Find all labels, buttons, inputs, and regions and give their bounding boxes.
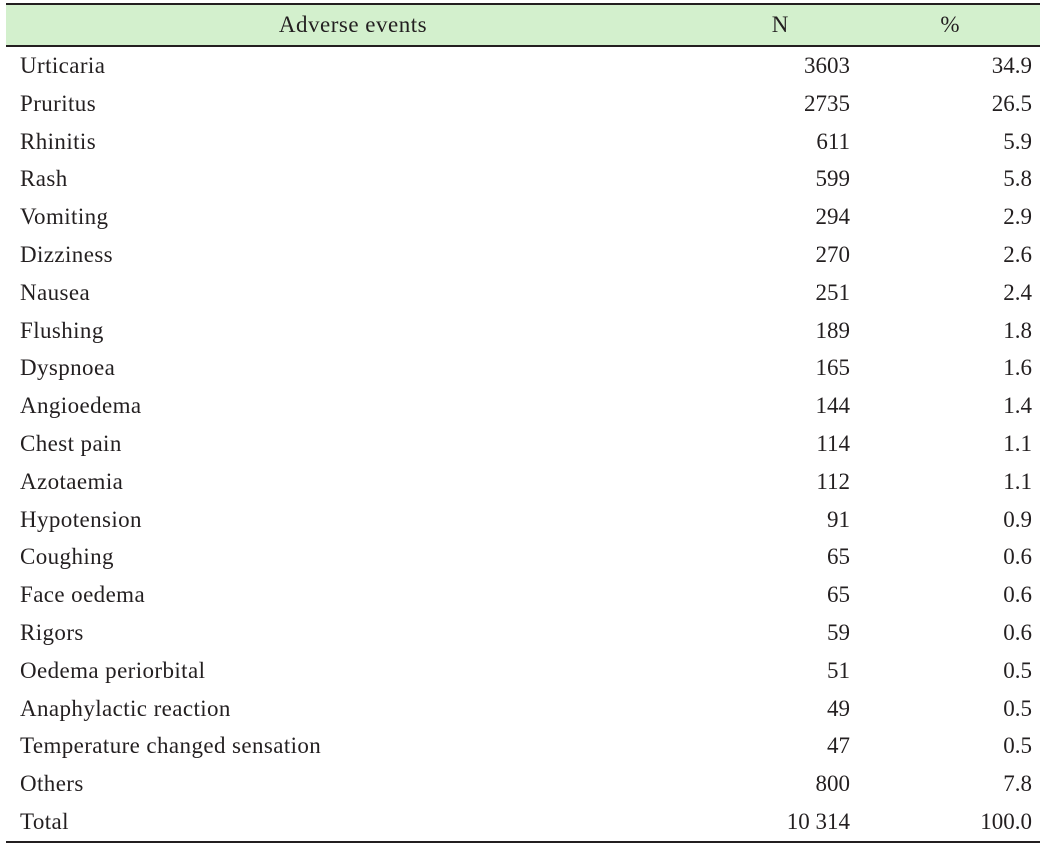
table-row: Flushing 189 1.8	[6, 312, 1040, 350]
cell-adverse-event: Flushing	[20, 317, 104, 343]
table-row: Rash 599 5.8	[6, 160, 1040, 198]
table-row: Face oedema 65 0.6	[6, 576, 1040, 614]
cell-adverse-event: Pruritus	[20, 90, 97, 116]
cell-n: 49	[827, 695, 850, 721]
cell-n: 251	[815, 279, 851, 305]
cell-adverse-event: Angioedema	[20, 393, 142, 419]
table-body: Urticaria 3603 34.9 Pruritus 2735 26.5 Rhiniti…	[6, 46, 1040, 843]
cell-adverse-event: Dizziness	[20, 241, 114, 267]
cell-percent: 1.4	[1003, 393, 1032, 419]
cell-percent: 34.9	[991, 53, 1032, 78]
table-row: Chest pain 114 1.1	[6, 425, 1040, 463]
cell-n: 270	[815, 241, 851, 267]
cell-adverse-event: Others	[20, 771, 84, 797]
table-row: Total 10 314 100.0	[6, 802, 1040, 843]
cell-adverse-event: Vomiting	[20, 204, 109, 230]
cell-n: 800	[815, 771, 851, 797]
cell-adverse-event: Rhinitis	[20, 128, 97, 154]
cell-adverse-event: Chest pain	[20, 430, 122, 456]
cell-n: 114	[816, 430, 850, 456]
cell-percent: 0.6	[1003, 619, 1032, 645]
table-row: Anaphylactic reaction 49 0.5	[6, 690, 1040, 728]
adverse-events-table: Adverse events N % Urticaria 3603 34.9 Prur…	[6, 3, 1040, 843]
cell-adverse-event: Face oedema	[20, 582, 146, 608]
table-row: Rhinitis 611 5.9	[6, 123, 1040, 161]
cell-percent: 0.5	[1003, 695, 1032, 721]
table-row: Rigors 59 0.6	[6, 614, 1040, 652]
cell-n: 47	[827, 733, 850, 759]
cell-percent: 2.9	[1003, 204, 1032, 230]
table-row: Pruritus 2735 26.5	[6, 85, 1040, 123]
cell-n: 611	[816, 128, 850, 154]
cell-percent: 0.5	[1003, 657, 1032, 683]
cell-adverse-event: Oedema periorbital	[20, 657, 206, 683]
cell-n: 112	[816, 468, 850, 494]
cell-adverse-event: Dyspnoea	[20, 355, 116, 381]
table-row: Angioedema 144 1.4	[6, 387, 1040, 425]
cell-percent: 0.9	[1003, 506, 1032, 532]
cell-n: 91	[827, 506, 850, 532]
cell-adverse-event: Rigors	[20, 619, 84, 645]
adverse-events-table-container: Adverse events N % Urticaria 3603 34.9 Prur…	[0, 0, 1055, 850]
column-header-percent: %	[860, 3, 1040, 47]
cell-n: 189	[815, 317, 851, 343]
table-row: Dyspnoea 165 1.6	[6, 349, 1040, 387]
table-row: Others 800 7.8	[6, 765, 1040, 803]
cell-percent: 1.1	[1003, 430, 1032, 456]
cell-n: 65	[827, 582, 850, 608]
cell-adverse-event: Anaphylactic reaction	[20, 695, 231, 721]
cell-n: 599	[815, 166, 851, 192]
column-header-adverse-events: Adverse events	[6, 3, 700, 47]
cell-adverse-event: Total	[6, 802, 700, 843]
table-row: Dizziness 270 2.6	[6, 236, 1040, 274]
cell-n: 144	[815, 393, 851, 419]
table-row: Temperature changed sensation 47 0.5	[6, 727, 1040, 765]
cell-percent: 0.5	[1003, 733, 1032, 759]
column-header-n: N	[700, 3, 860, 47]
cell-percent: 5.8	[1003, 166, 1032, 192]
cell-percent: 1.6	[1003, 355, 1032, 381]
cell-percent: 1.8	[1003, 317, 1032, 343]
cell-adverse-event: Nausea	[20, 279, 91, 305]
cell-adverse-event: Temperature changed sensation	[20, 733, 322, 759]
cell-adverse-event: Hypotension	[20, 506, 142, 532]
cell-percent: 5.9	[1003, 128, 1032, 154]
table-row: Azotaemia 112 1.1	[6, 463, 1040, 501]
cell-percent: 26.5	[991, 90, 1032, 116]
table-row: Hypotension 91 0.9	[6, 501, 1040, 539]
cell-percent: 7.8	[1003, 771, 1032, 797]
table-row: Vomiting 294 2.9	[6, 198, 1040, 236]
cell-percent: 2.6	[1003, 241, 1032, 267]
cell-n: 59	[827, 619, 850, 645]
table-row: Oedema periorbital 51 0.5	[6, 652, 1040, 690]
cell-adverse-event: Coughing	[20, 544, 114, 570]
cell-adverse-event: Urticaria	[20, 53, 106, 78]
cell-percent: 0.6	[1003, 544, 1032, 570]
cell-percent: 100.0	[860, 802, 1040, 843]
cell-n: 2735	[804, 90, 850, 116]
cell-n: 10 314	[700, 802, 860, 843]
cell-percent: 2.4	[1003, 279, 1032, 305]
cell-n: 65	[827, 544, 850, 570]
cell-percent: 1.1	[1003, 468, 1032, 494]
table-row: Coughing 65 0.6	[6, 538, 1040, 576]
cell-adverse-event: Azotaemia	[20, 468, 124, 494]
cell-n: 294	[815, 204, 851, 230]
cell-n: 3603	[804, 53, 850, 78]
cell-n: 165	[815, 355, 851, 381]
cell-n: 51	[827, 657, 850, 683]
table-header-row: Adverse events N %	[6, 3, 1040, 47]
cell-percent: 0.6	[1003, 582, 1032, 608]
table-header: Adverse events N %	[6, 3, 1040, 47]
cell-adverse-event: Rash	[20, 166, 68, 192]
table-row: Nausea 251 2.4	[6, 274, 1040, 312]
table-row: Urticaria 3603 34.9	[6, 46, 1040, 85]
